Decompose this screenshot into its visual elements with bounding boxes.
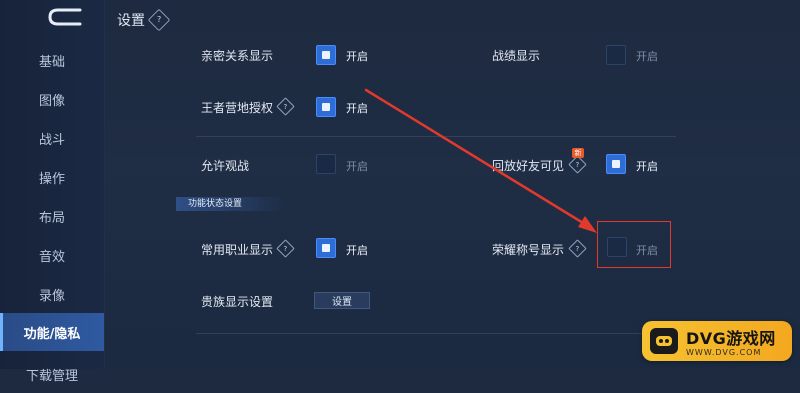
divider (196, 136, 676, 137)
replay-friends-state: 开启 (636, 160, 658, 173)
allow-spectate-checkbox[interactable] (316, 154, 336, 174)
sidebar-item-label: 操作 (38, 171, 65, 187)
divider (196, 333, 676, 334)
page-title: 设置 (117, 13, 145, 29)
annotation-highlight-box (597, 221, 671, 268)
camp-auth-help-icon[interactable]: ? (276, 97, 295, 116)
noble-display-label: 贵族显示设置 (201, 295, 274, 309)
noble-settings-button[interactable]: 设置 (314, 292, 370, 309)
sidebar-item-graphics[interactable]: 图像 (0, 80, 104, 118)
sidebar-item-controls[interactable]: 操作 (0, 158, 104, 196)
camp-auth-checkbox[interactable] (316, 97, 336, 117)
replay-friends-help-icon[interactable]: ? (568, 155, 587, 174)
intimacy-display-label: 亲密关系显示 (201, 49, 274, 63)
watermark-title: DVG游戏网 (686, 329, 776, 348)
watermark-subtitle: WWW.DVG.COM (686, 348, 762, 357)
annotation-arrow (364, 88, 597, 233)
sidebar-item-label: 下载管理 (25, 368, 78, 384)
sidebar-item-label: 图像 (38, 93, 65, 109)
allow-spectate-state: 开启 (346, 160, 368, 173)
sidebar-nav: 基础 图像 战斗 操作 布局 音效 录像 功能/隐私 下载管理 (0, 0, 105, 384)
sidebar-item-sound[interactable]: 音效 (0, 236, 104, 274)
sidebar-item-label: 布局 (38, 210, 65, 226)
sidebar-item-download[interactable]: 下载管理 (0, 355, 104, 393)
new-badge: 新 (572, 148, 584, 158)
sidebar-item-label: 战斗 (38, 132, 65, 148)
section-title: 功能状态设置 (176, 197, 286, 211)
replay-friends-label: 回放好友可见 (492, 159, 565, 173)
sidebar-item-label: 基础 (38, 54, 65, 70)
sidebar-item-label: 音效 (38, 249, 65, 265)
sidebar-item-combat[interactable]: 战斗 (0, 119, 104, 157)
intimacy-display-state: 开启 (346, 50, 368, 63)
honor-title-help-icon[interactable]: ? (568, 239, 587, 258)
sidebar-item-label: 功能/隐私 (23, 326, 81, 342)
allow-spectate-label: 允许观战 (201, 159, 250, 173)
common-job-state: 开启 (346, 244, 368, 257)
common-job-help-icon[interactable]: ? (276, 239, 295, 258)
intimacy-display-checkbox[interactable] (316, 45, 336, 65)
record-display-label: 战绩显示 (492, 49, 541, 63)
sidebar-item-privacy[interactable]: 功能/隐私 (0, 313, 104, 351)
sidebar-item-replay[interactable]: 录像 (0, 275, 104, 313)
back-arrow-icon[interactable] (44, 6, 84, 28)
camp-auth-state: 开启 (346, 102, 368, 115)
help-icon[interactable]: ? (147, 8, 171, 32)
honor-title-label: 荣耀称号显示 (492, 243, 565, 257)
sidebar-item-basic[interactable]: 基础 (0, 41, 104, 79)
gamepad-icon (650, 328, 678, 354)
sidebar-item-layout[interactable]: 布局 (0, 197, 104, 235)
camp-auth-label: 王者营地授权 (201, 101, 274, 115)
record-display-checkbox[interactable] (606, 45, 626, 65)
page-header: 设置 ? (117, 8, 171, 32)
common-job-checkbox[interactable] (316, 238, 336, 258)
common-job-label: 常用职业显示 (201, 243, 274, 257)
sidebar-item-label: 录像 (38, 288, 65, 304)
record-display-state: 开启 (636, 50, 658, 63)
replay-friends-checkbox[interactable] (606, 154, 626, 174)
watermark-logo: DVG游戏网 WWW.DVG.COM (642, 321, 792, 361)
